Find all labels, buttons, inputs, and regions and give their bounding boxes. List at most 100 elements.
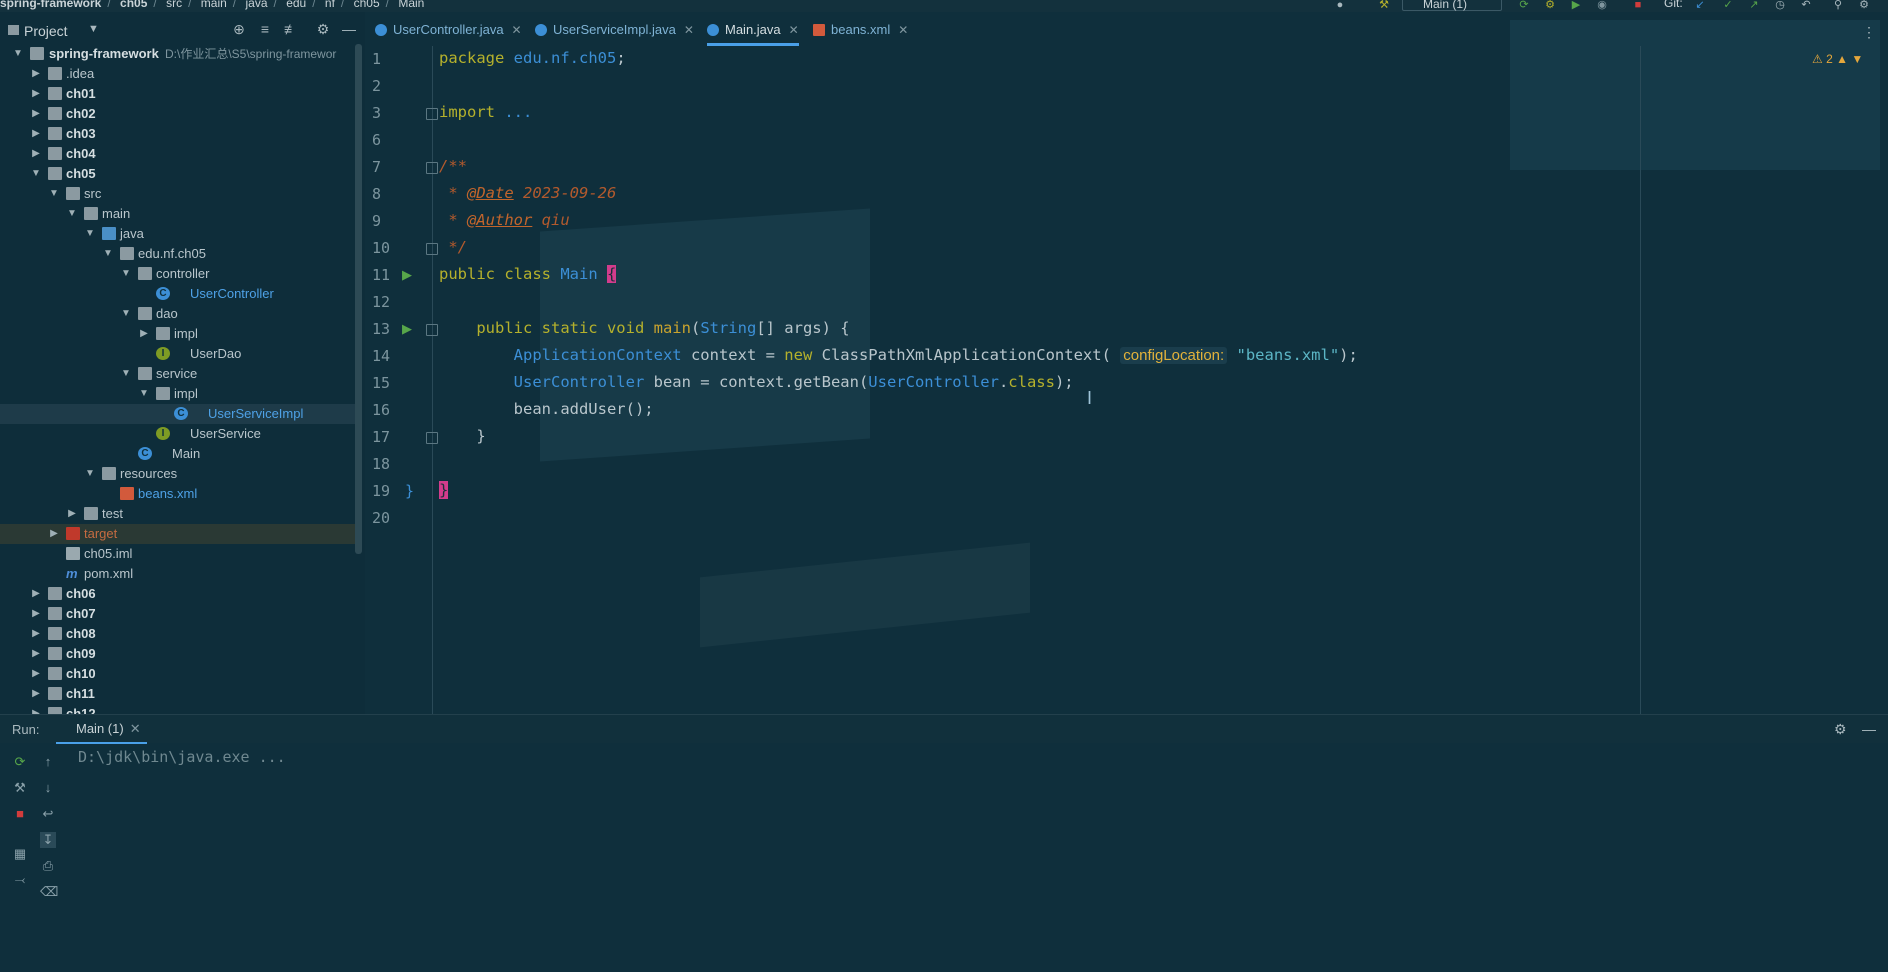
stop-icon[interactable]: ■: [12, 806, 28, 822]
breadcrumb-item[interactable]: nf: [325, 0, 335, 10]
rerun-icon[interactable]: ⟳: [12, 754, 28, 770]
chevron-right-icon[interactable]: ▶: [30, 144, 42, 164]
chevron-right-icon[interactable]: ▶: [30, 644, 42, 664]
tree-item-ch05[interactable]: ▼ ch05: [0, 164, 358, 184]
breadcrumb-item[interactable]: java: [245, 0, 267, 10]
tree-item-java[interactable]: ▼ java: [0, 224, 358, 244]
tree-item-target[interactable]: ▶ target: [0, 524, 358, 544]
settings-icon[interactable]: ⚙: [1858, 0, 1870, 11]
breadcrumb-item[interactable]: ch05: [120, 0, 147, 10]
search-icon[interactable]: ⚲: [1832, 0, 1844, 11]
chevron-right-icon[interactable]: ▶: [30, 584, 42, 604]
chevron-down-icon[interactable]: ▼: [120, 264, 132, 284]
chevron-down-icon[interactable]: ▼: [88, 23, 99, 35]
scrollbar[interactable]: [355, 44, 362, 554]
tree-item-user-controller[interactable]: C UserController: [0, 284, 358, 304]
tab-main[interactable]: Main.java ✕: [707, 12, 799, 46]
tab-run-main[interactable]: Main (1) ✕: [56, 715, 147, 744]
gear-icon[interactable]: ⚙: [1834, 721, 1847, 738]
chevron-right-icon[interactable]: ▶: [30, 684, 42, 704]
tree-item-ch06[interactable]: ▶ ch06: [0, 584, 358, 604]
rerun-icon[interactable]: ⟳: [1518, 0, 1530, 11]
rollback-icon[interactable]: ↶: [1800, 0, 1812, 11]
git-push-icon[interactable]: ↗: [1748, 0, 1760, 11]
tree-item-main[interactable]: ▼ main: [0, 204, 358, 224]
build-hammer-icon[interactable]: ⚒: [1378, 0, 1390, 11]
tree-item-pom[interactable]: m pom.xml: [0, 564, 358, 584]
fold-icon[interactable]: [426, 324, 438, 336]
tree-item-ch10[interactable]: ▶ ch10: [0, 664, 358, 684]
history-icon[interactable]: ◷: [1774, 0, 1786, 11]
expand-all-icon[interactable]: ≡: [256, 20, 274, 38]
warnings-indicator[interactable]: ⚠ 2 ▲ ▼: [1812, 52, 1863, 66]
tab-beans-xml[interactable]: beans.xml ✕: [813, 12, 908, 46]
breadcrumb-item[interactable]: Main: [398, 0, 424, 10]
scroll-to-end-icon[interactable]: ↧: [40, 832, 56, 848]
wrench-icon[interactable]: ⚒: [12, 780, 28, 796]
close-icon[interactable]: ✕: [512, 23, 522, 37]
breadcrumb-item[interactable]: src: [166, 0, 182, 10]
chevron-right-icon[interactable]: ▶: [138, 324, 150, 344]
coverage-icon[interactable]: ▶: [1570, 0, 1582, 11]
tree-item-ch12[interactable]: ▶ ch12: [0, 704, 358, 714]
run-configuration-select[interactable]: Main (1): [1402, 0, 1502, 11]
soft-wrap-icon[interactable]: ↩: [40, 806, 56, 822]
down-arrow-icon[interactable]: ↓: [40, 780, 56, 796]
tree-item-ch04[interactable]: ▶ ch04: [0, 144, 358, 164]
pin-icon[interactable]: ⤙: [12, 872, 28, 888]
run-method-icon[interactable]: ▶: [402, 321, 414, 336]
stop-icon[interactable]: ■: [1632, 0, 1644, 11]
tree-item-dao-impl[interactable]: ▶ impl: [0, 324, 358, 344]
chevron-right-icon[interactable]: ▶: [66, 504, 78, 524]
chevron-right-icon[interactable]: ▶: [30, 624, 42, 644]
tree-item-beans-xml[interactable]: beans.xml: [0, 484, 358, 504]
chevron-right-icon[interactable]: ▶: [30, 604, 42, 624]
tree-item-test[interactable]: ▶ test: [0, 504, 358, 524]
chevron-right-icon[interactable]: ▶: [30, 124, 42, 144]
tree-item-user-service[interactable]: I UserService: [0, 424, 358, 444]
run-class-icon[interactable]: ▶: [402, 267, 414, 282]
chevron-down-icon[interactable]: ▼: [48, 184, 60, 204]
project-title[interactable]: Project: [24, 23, 68, 39]
tree-item-service[interactable]: ▼ service: [0, 364, 358, 384]
chevron-down-icon[interactable]: ▼: [102, 244, 114, 264]
tab-user-service-impl[interactable]: UserServiceImpl.java ✕: [535, 12, 694, 46]
print-icon[interactable]: ⎙: [40, 858, 56, 874]
tree-item-main-class[interactable]: C Main: [0, 444, 358, 464]
tree-item-controller[interactable]: ▼ controller: [0, 264, 358, 284]
tree-item-ch03[interactable]: ▶ ch03: [0, 124, 358, 144]
tree-item-package[interactable]: ▼ edu.nf.ch05: [0, 244, 358, 264]
tree-item-src[interactable]: ▼ src: [0, 184, 358, 204]
tab-user-controller[interactable]: UserController.java ✕: [375, 12, 522, 46]
breadcrumb-item[interactable]: edu: [286, 0, 306, 10]
chevron-down-icon[interactable]: ▼: [12, 44, 24, 64]
more-icon[interactable]: ⋮: [1862, 24, 1876, 41]
chevron-right-icon[interactable]: ▶: [30, 104, 42, 124]
breadcrumb-item[interactable]: spring-framework: [0, 0, 101, 10]
tree-item-ch11[interactable]: ▶ ch11: [0, 684, 358, 704]
locate-icon[interactable]: ⊕: [230, 20, 248, 38]
chevron-down-icon[interactable]: ▼: [84, 464, 96, 484]
fold-icon[interactable]: [426, 108, 438, 120]
tree-item-iml[interactable]: ch05.iml: [0, 544, 358, 564]
tree-item-ch02[interactable]: ▶ ch02: [0, 104, 358, 124]
breadcrumb-item[interactable]: ch05: [354, 0, 380, 10]
gear-icon[interactable]: ⚙: [314, 20, 332, 38]
fold-icon[interactable]: [426, 162, 438, 174]
tree-item-user-service-impl[interactable]: C UserServiceImpl: [0, 404, 358, 424]
layout-icon[interactable]: ▦: [12, 846, 28, 862]
debug-icon[interactable]: ⚙: [1544, 0, 1556, 11]
profile-icon[interactable]: ◉: [1596, 0, 1608, 11]
collapse-all-icon[interactable]: ≢: [282, 20, 300, 38]
chevron-down-icon[interactable]: ▼: [138, 384, 150, 404]
breadcrumb-item[interactable]: main: [201, 0, 227, 10]
console-output[interactable]: D:\jdk\bin\java.exe ...: [78, 748, 286, 766]
chevron-down-icon[interactable]: ▼: [84, 224, 96, 244]
chevron-right-icon[interactable]: ▶: [30, 664, 42, 684]
git-update-icon[interactable]: ↙: [1694, 0, 1706, 11]
tree-item-ch08[interactable]: ▶ ch08: [0, 624, 358, 644]
user-icon[interactable]: ●: [1334, 0, 1346, 11]
chevron-down-icon[interactable]: ▼: [120, 364, 132, 384]
chevron-down-icon[interactable]: ▼: [120, 304, 132, 324]
close-icon[interactable]: ✕: [684, 23, 694, 37]
